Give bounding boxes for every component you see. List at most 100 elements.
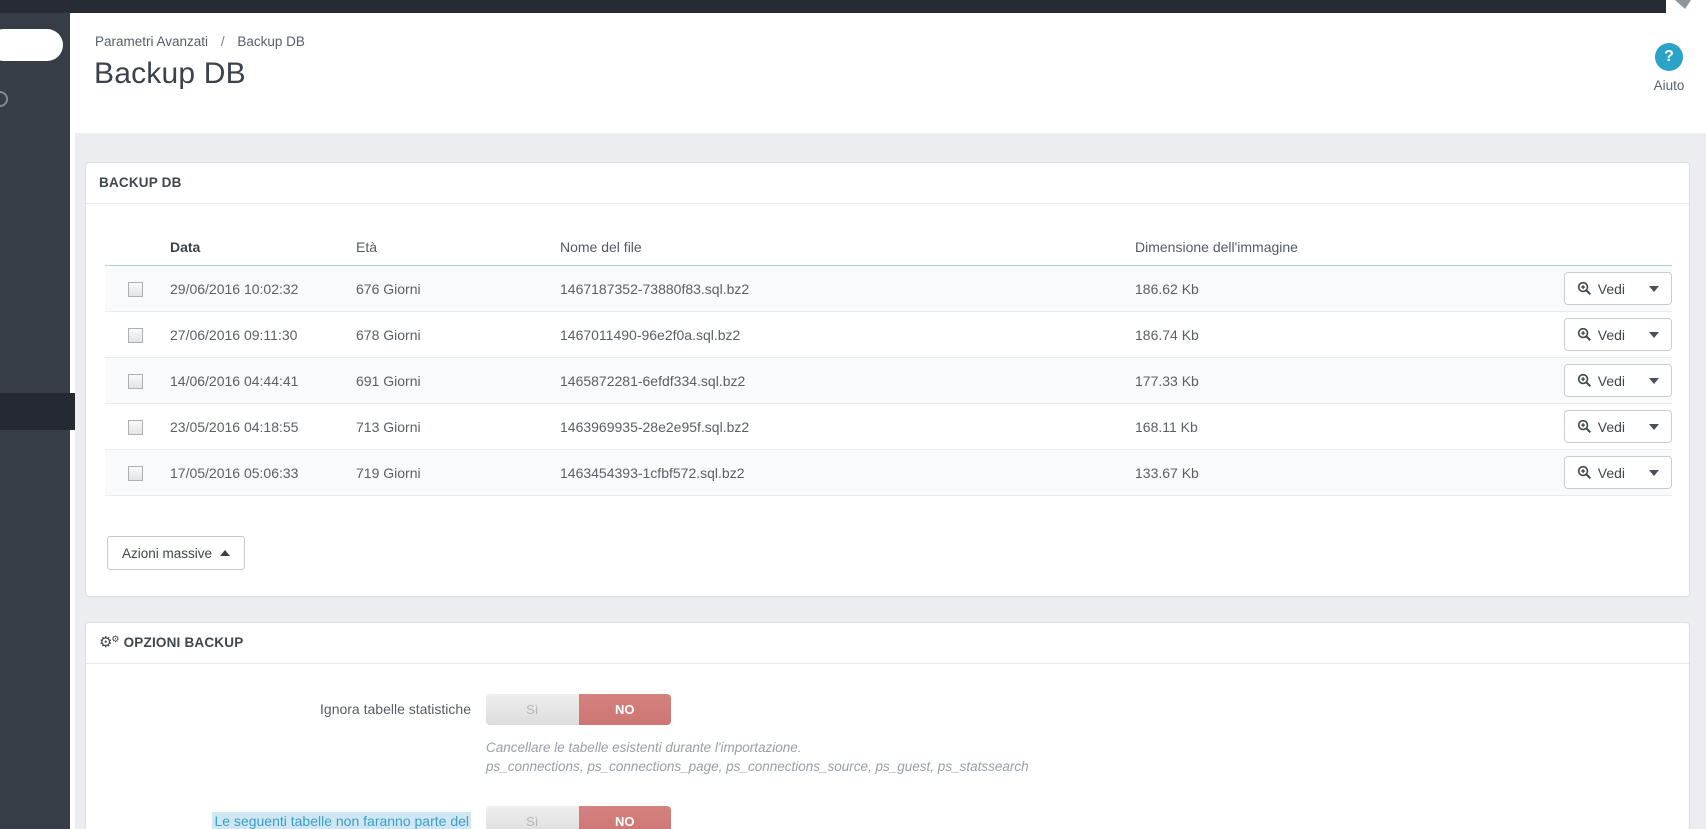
age-cell: 719 Giorni	[346, 449, 550, 496]
zoom-in-icon	[1577, 465, 1591, 480]
size-cell: 133.67 Kb	[1125, 449, 1545, 496]
filename-cell: 1467187352-73880f83.sql.bz2	[550, 265, 1125, 312]
backup-db-page: Parametri Avanzati / Backup DB Backup DB…	[0, 0, 1706, 829]
checkbox-cell	[105, 357, 160, 404]
view-dropdown-toggle[interactable]	[1637, 319, 1671, 350]
filename-cell: 1463969935-28e2e95f.sql.bz2	[550, 403, 1125, 450]
help-label: Aiuto	[1653, 78, 1685, 93]
caret-down-icon	[1649, 423, 1659, 430]
backup-table-body: 29/06/2016 10:02:32 676 Giorni 146718735…	[105, 265, 1672, 496]
excluded-tables-label: Le seguenti tabelle non faranno parte de…	[106, 806, 486, 829]
view-button[interactable]: Vedi	[1564, 411, 1637, 442]
view-dropdown-toggle[interactable]	[1637, 365, 1671, 396]
date-cell: 27/06/2016 09:11:30	[160, 311, 346, 358]
column-header-actions	[1545, 228, 1672, 266]
view-button-group: Vedi	[1563, 364, 1672, 397]
backup-table: Data Età Nome del file Dimensione dell'i…	[105, 228, 1672, 496]
toggle-yes-option[interactable]: Sì	[486, 806, 579, 829]
options-panel-title: OPZIONI BACKUP	[123, 635, 244, 650]
column-header-age: Età	[346, 228, 550, 266]
age-cell: 678 Giorni	[346, 311, 550, 358]
view-button[interactable]: Vedi	[1564, 365, 1637, 396]
gears-icon: ⚙ ⚙	[99, 634, 120, 651]
size-cell: 186.62 Kb	[1125, 265, 1545, 312]
caret-up-icon	[220, 550, 231, 556]
help-button[interactable]: ? Aiuto	[1638, 43, 1700, 93]
view-button[interactable]: Vedi	[1564, 319, 1637, 350]
checkbox-cell	[105, 265, 160, 312]
date-cell: 14/06/2016 04:44:41	[160, 357, 346, 404]
options-panel-heading: ⚙ ⚙ OPZIONI BACKUP	[86, 623, 1689, 664]
view-button-label: Vedi	[1597, 280, 1625, 297]
ignore-stats-toggle: Sì NO	[486, 694, 671, 725]
age-cell: 676 Giorni	[346, 265, 550, 312]
age-cell: 691 Giorni	[346, 357, 550, 404]
backup-db-panel: BACKUP DB Data Età Nome del file Dimensi…	[85, 162, 1690, 597]
size-cell: 177.33 Kb	[1125, 357, 1545, 404]
caret-down-icon	[1649, 377, 1659, 384]
checkbox-cell	[105, 403, 160, 450]
actions-cell: Vedi	[1545, 357, 1672, 404]
topbar	[0, 0, 1706, 13]
view-button-label: Vedi	[1597, 464, 1625, 481]
corner-notch-icon	[1675, 0, 1691, 9]
filename-cell: 1463454393-1cfbf572.sql.bz2	[550, 449, 1125, 496]
sidebar	[0, 13, 75, 829]
row-checkbox[interactable]	[128, 327, 143, 343]
table-row: 27/06/2016 09:11:30 678 Giorni 146701149…	[105, 311, 1672, 358]
size-cell: 186.74 Kb	[1125, 311, 1545, 358]
date-cell: 23/05/2016 04:18:55	[160, 403, 346, 450]
row-checkbox[interactable]	[128, 373, 143, 389]
table-row: 23/05/2016 04:18:55 713 Giorni 146396993…	[105, 403, 1672, 450]
excluded-tables-label-text: Le seguenti tabelle non faranno parte de…	[212, 812, 471, 829]
filename-cell: 1465872281-6efdf334.sql.bz2	[550, 357, 1125, 404]
actions-cell: Vedi	[1545, 403, 1672, 450]
main-content: BACKUP DB Data Età Nome del file Dimensi…	[70, 133, 1706, 829]
backup-options-panel: ⚙ ⚙ OPZIONI BACKUP Ignora tabelle statist…	[85, 622, 1690, 829]
backup-panel-heading: BACKUP DB	[86, 163, 1689, 204]
zoom-in-icon	[1577, 373, 1591, 388]
view-button[interactable]: Vedi	[1564, 273, 1637, 304]
zoom-in-icon	[1577, 419, 1591, 434]
content-header: Parametri Avanzati / Backup DB Backup DB…	[70, 13, 1706, 133]
ignore-stats-label: Ignora tabelle statistiche	[320, 701, 471, 717]
sidebar-search-input[interactable]	[0, 29, 63, 61]
help-line-1: Cancellare le tabelle esistenti durante …	[486, 740, 802, 755]
bulk-actions-button[interactable]: Azioni massive	[107, 536, 246, 570]
row-checkbox[interactable]	[128, 419, 143, 435]
caret-down-icon	[1649, 285, 1659, 292]
date-cell: 17/05/2016 05:06:33	[160, 449, 346, 496]
view-button-group: Vedi	[1563, 456, 1672, 489]
sidebar-item-active[interactable]	[0, 393, 75, 430]
row-checkbox[interactable]	[128, 281, 143, 297]
column-header-date: Data	[160, 228, 346, 266]
form-row-ignore-stats: Ignora tabelle statistiche Sì NO	[106, 694, 1669, 725]
options-form: Ignora tabelle statistiche Sì NO Cancell…	[86, 694, 1689, 829]
zoom-in-icon	[1577, 327, 1591, 342]
view-dropdown-toggle[interactable]	[1637, 273, 1671, 304]
row-checkbox[interactable]	[128, 465, 143, 481]
age-cell: 713 Giorni	[346, 403, 550, 450]
help-line-2: ps_connections, ps_connections_page, ps_…	[486, 759, 1029, 774]
excluded-tables-toggle: Sì NO	[486, 806, 671, 829]
actions-cell: Vedi	[1545, 449, 1672, 496]
toggle-no-option[interactable]: NO	[578, 694, 671, 725]
breadcrumb-current[interactable]: Backup DB	[237, 34, 305, 49]
column-header-size: Dimensione dell'immagine	[1125, 228, 1545, 266]
view-button-label: Vedi	[1597, 326, 1625, 343]
table-row: 17/05/2016 05:06:33 719 Giorni 146345439…	[105, 449, 1672, 496]
view-dropdown-toggle[interactable]	[1637, 457, 1671, 488]
header-checkbox-cell	[105, 228, 160, 266]
toggle-no-option[interactable]: NO	[578, 806, 671, 829]
zoom-in-icon	[1577, 281, 1591, 296]
question-icon: ?	[1655, 43, 1683, 71]
actions-cell: Vedi	[1545, 265, 1672, 312]
toggle-yes-option[interactable]: Sì	[486, 694, 579, 725]
view-button-group: Vedi	[1563, 410, 1672, 443]
view-button-group: Vedi	[1563, 318, 1672, 351]
view-dropdown-toggle[interactable]	[1637, 411, 1671, 442]
view-button[interactable]: Vedi	[1564, 457, 1637, 488]
breadcrumb-parent[interactable]: Parametri Avanzati	[95, 34, 208, 49]
form-row-excluded-tables: Le seguenti tabelle non faranno parte de…	[106, 806, 1669, 829]
actions-cell: Vedi	[1545, 311, 1672, 358]
